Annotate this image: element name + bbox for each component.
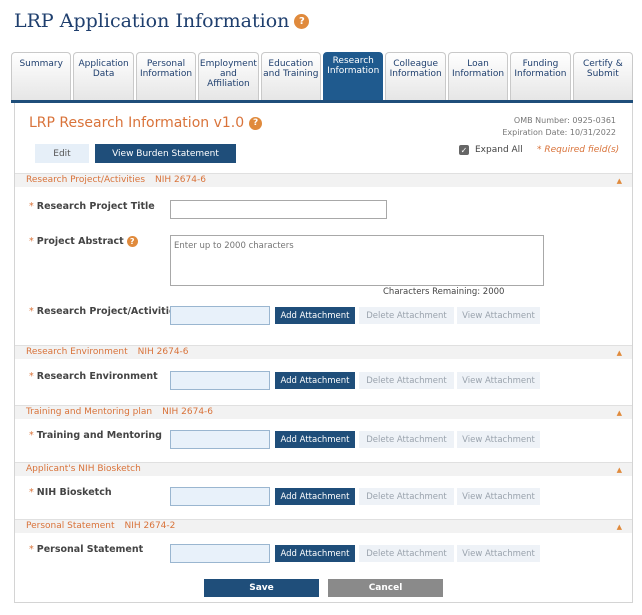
omb-info: OMB Number: 0925-0361 Expiration Date: 1… [502, 115, 616, 139]
view-burden-statement-button[interactable]: View Burden Statement [95, 144, 236, 163]
page-title: LRP Application Information ? [14, 10, 310, 32]
delete-attachment-button[interactable]: Delete Attachment [359, 372, 454, 389]
form-number: NIH 2674-2 [124, 521, 176, 531]
tab-colleague-information[interactable]: Colleague Information [385, 52, 446, 100]
save-button[interactable]: Save [204, 579, 319, 597]
label-text: Research Project Title [36, 201, 155, 212]
tab-bar: Summary Application Data Personal Inform… [11, 52, 634, 103]
view-attachment-button[interactable]: View Attachment [457, 307, 540, 324]
add-attachment-button[interactable]: Add Attachment [275, 307, 355, 324]
add-attachment-button[interactable]: Add Attachment [275, 488, 355, 505]
section-title: Research Environment [26, 347, 128, 357]
section-title: Applicant's NIH Biosketch [26, 464, 141, 474]
delete-attachment-button[interactable]: Delete Attachment [359, 488, 454, 505]
required-star: * [29, 544, 34, 555]
help-icon[interactable]: ? [294, 13, 310, 29]
research-environment-file-input[interactable] [170, 371, 270, 390]
tab-funding-information[interactable]: Funding Information [510, 52, 571, 100]
chevron-up-icon[interactable]: ▲ [617, 175, 622, 188]
chevron-up-icon[interactable]: ▲ [617, 464, 622, 477]
required-star: * [29, 430, 34, 441]
required-star: * [29, 487, 34, 498]
label-text: Research Environment [36, 371, 158, 382]
section-header-nih-biosketch: Applicant's NIH Biosketch ▲ [15, 462, 632, 476]
training-mentoring-label: * Training and Mentoring [29, 430, 162, 441]
edit-button[interactable]: Edit [35, 144, 89, 163]
chevron-up-icon[interactable]: ▲ [617, 407, 622, 420]
delete-attachment-button[interactable]: Delete Attachment [359, 545, 454, 562]
research-environment-label: * Research Environment [29, 371, 158, 382]
section-title: Research Project/Activities [26, 175, 146, 185]
view-attachment-button[interactable]: View Attachment [457, 545, 540, 562]
form-number: NIH 2674-6 [162, 407, 214, 417]
form-number: NIH 2674-6 [137, 347, 189, 357]
expiration-date: Expiration Date: 10/31/2022 [502, 128, 616, 137]
label-text: Training and Mentoring [36, 430, 162, 441]
tab-loan-information[interactable]: Loan Information [447, 52, 509, 100]
required-star: * [29, 201, 34, 212]
tab-employment-affiliation[interactable]: Employment and Affiliation [198, 52, 259, 100]
section-title: Training and Mentoring plan [26, 407, 153, 417]
view-attachment-button[interactable]: View Attachment [457, 372, 540, 389]
expand-all-toggle[interactable]: ✓ Expand All [459, 145, 523, 155]
form-title: LRP Research Information v1.0 ? [29, 115, 263, 131]
form-number: NIH 2674-6 [155, 175, 206, 185]
research-project-activities-label: * Research Project/Activities [29, 306, 181, 317]
delete-attachment-button[interactable]: Delete Attachment [359, 431, 454, 448]
section-header-training-mentoring: Training and Mentoring plan NIH 2674-6 ▲ [15, 405, 632, 419]
help-icon[interactable]: ? [249, 116, 263, 130]
tab-certify-submit[interactable]: Certify & Submit [572, 52, 634, 100]
page-title-text: LRP Application Information [14, 10, 290, 32]
view-attachment-button[interactable]: View Attachment [457, 488, 540, 505]
nih-biosketch-label: * NIH Biosketch [29, 487, 112, 498]
project-abstract-label: * Project Abstract ? [29, 236, 138, 247]
add-attachment-button[interactable]: Add Attachment [275, 431, 355, 448]
tab-application-data[interactable]: Application Data [73, 52, 134, 100]
form-title-text: LRP Research Information v1.0 [29, 115, 245, 131]
view-attachment-button[interactable]: View Attachment [457, 431, 540, 448]
research-project-title-label: * Research Project Title [29, 201, 155, 212]
chevron-up-icon[interactable]: ▲ [617, 347, 622, 360]
research-project-title-input[interactable] [170, 200, 387, 219]
add-attachment-button[interactable]: Add Attachment [275, 545, 355, 562]
delete-attachment-button[interactable]: Delete Attachment [359, 307, 454, 324]
tab-research-information[interactable]: Research Information [323, 52, 384, 100]
training-mentoring-file-input[interactable] [170, 430, 270, 449]
tab-personal-information[interactable]: Personal Information [135, 52, 197, 100]
label-text: NIH Biosketch [36, 487, 112, 498]
label-text: Project Abstract [36, 236, 124, 247]
required-star: * [29, 371, 34, 382]
personal-statement-file-input[interactable] [170, 544, 270, 563]
checkmark-icon[interactable]: ✓ [459, 145, 469, 155]
section-header-research-environment: Research Environment NIH 2674-6 ▲ [15, 345, 632, 359]
chevron-up-icon[interactable]: ▲ [617, 521, 622, 534]
project-abstract-textarea[interactable] [170, 235, 544, 286]
research-project-file-input[interactable] [170, 306, 270, 325]
form-panel: LRP Research Information v1.0 ? OMB Numb… [14, 103, 633, 603]
required-star: * [29, 306, 34, 317]
tab-education-training[interactable]: Education and Training [260, 52, 322, 100]
required-fields-note: * Required field(s) [537, 145, 620, 155]
expand-all-label: Expand All [475, 145, 523, 155]
section-header-research-project: Research Project/Activities NIH 2674-6 ▲ [15, 173, 632, 187]
characters-remaining: Characters Remaining: 2000 [383, 287, 505, 297]
help-icon[interactable]: ? [126, 236, 138, 247]
required-star: * [29, 236, 34, 247]
section-header-personal-statement: Personal Statement NIH 2674-2 ▲ [15, 519, 632, 533]
cancel-button[interactable]: Cancel [328, 579, 443, 597]
label-text: Research Project/Activities [36, 306, 182, 317]
omb-number: OMB Number: 0925-0361 [513, 116, 616, 125]
section-title: Personal Statement [26, 521, 115, 531]
add-attachment-button[interactable]: Add Attachment [275, 372, 355, 389]
label-text: Personal Statement [36, 544, 144, 555]
personal-statement-label: * Personal Statement [29, 544, 143, 555]
nih-biosketch-file-input[interactable] [170, 487, 270, 506]
tab-summary[interactable]: Summary [11, 52, 72, 100]
